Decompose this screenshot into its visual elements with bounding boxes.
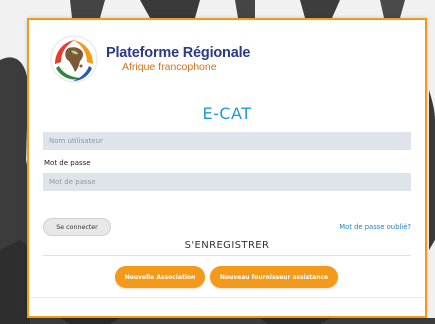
- password-input[interactable]: [43, 173, 411, 191]
- new-association-button[interactable]: Nouvelle Association: [115, 266, 205, 288]
- logo-subtitle: Afrique francophone: [122, 61, 217, 73]
- africa-map-logo-icon: [50, 35, 98, 83]
- bottom-divider: [29, 297, 425, 298]
- username-input[interactable]: [43, 132, 411, 150]
- password-label: Mot de passe: [44, 159, 91, 167]
- new-provider-button[interactable]: Nouveau fournisseur assistance: [210, 266, 338, 288]
- logo: Plateforme Régionale Afrique francophone: [49, 34, 250, 84]
- login-card: Plateforme Régionale Afrique francophone…: [27, 18, 427, 318]
- logo-title: Plateforme Régionale: [106, 45, 251, 61]
- login-button[interactable]: Se connecter: [43, 218, 111, 236]
- forgot-password-link[interactable]: Mot de passe oublié?: [339, 223, 411, 231]
- divider: [43, 255, 411, 256]
- app-title: E-CAT: [202, 104, 252, 123]
- register-title: S'ENREGISTRER: [184, 240, 270, 251]
